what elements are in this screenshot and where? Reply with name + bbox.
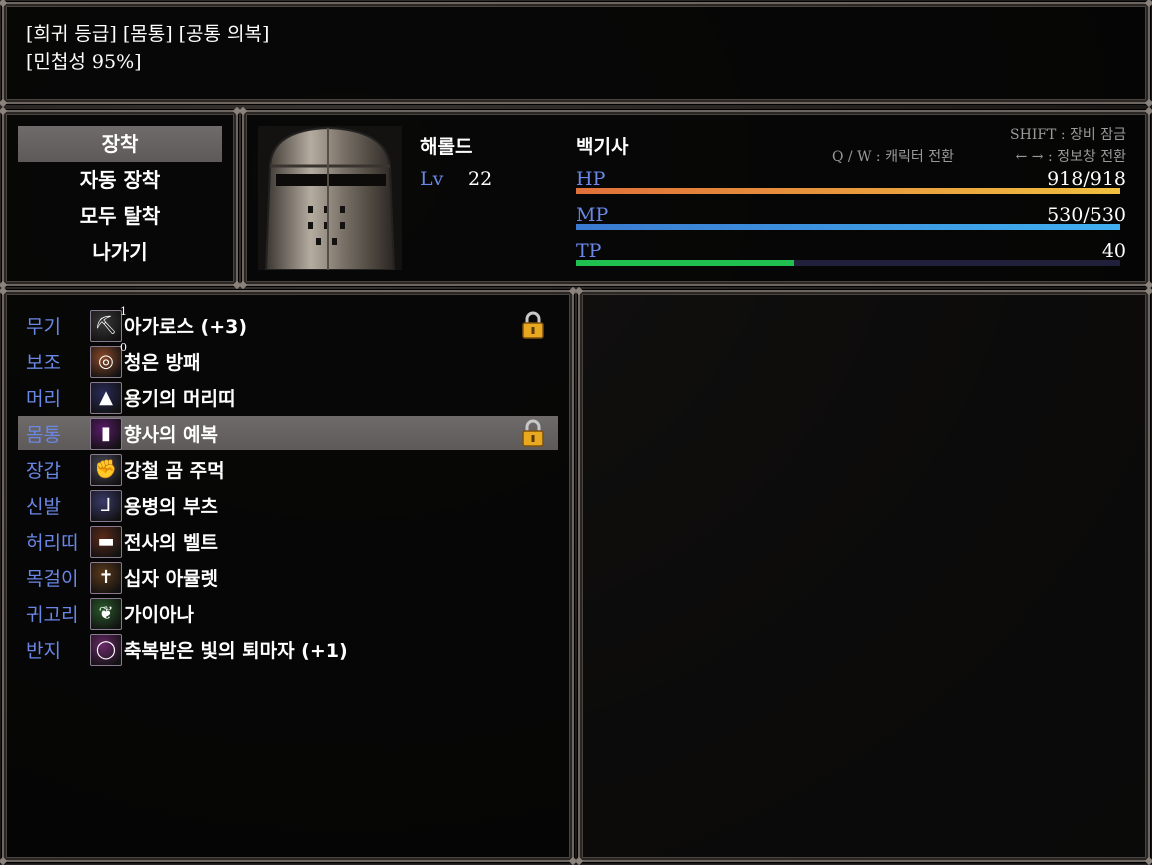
equip-slot-row[interactable]: 보조 ◎ 0 청은 방패 [18,341,558,378]
equip-item-name: 십자 아뮬렛 [124,568,219,590]
equip-slot-row[interactable]: 반지 ◯ 축복받은 빛의 퇴마자 (+1) [18,632,558,666]
equip-item-name: 축복받은 빛의 퇴마자 (+1) [124,640,348,662]
equip-item-name: 강철 곰 주먹 [124,460,225,482]
actor-name: 해롤드 [420,136,473,158]
lock-icon[interactable] [520,310,546,340]
tp-gauge-fill [576,260,794,266]
hp-label: HP [576,168,606,190]
equip-slot-label: 허리띠 [26,532,79,554]
hint-switch-actor: Q / W : 캐릭터 전환 [832,149,954,165]
hp-gauge [576,188,1120,194]
actor-class: 백기사 [576,136,629,158]
lock-icon[interactable] [520,418,546,448]
equip-item-name: 용병의 부츠 [124,496,219,518]
hint-switch-info: ← → : 정보창 전환 [1015,149,1126,165]
actor-portrait [258,126,402,270]
hood-icon: ▲ [90,382,122,414]
equip-slot-row[interactable]: 몸통 ▮ 향사의 예복 [18,416,558,450]
hp-gauge-fill [576,188,1120,194]
equip-slot-label: 무기 [26,316,61,338]
belt-icon-glyph: ▬ [97,531,115,552]
belt-icon: ▬ [90,526,122,558]
equip-item-name: 향사의 예복 [124,424,219,446]
tp-gauge [576,260,1120,266]
equip-slot-row[interactable]: 목걸이 ✝ 십자 아뮬렛 [18,560,558,594]
equip-slot-label: 목걸이 [26,568,79,590]
equip-slot-label: 보조 [26,352,61,374]
equip-item-name: 가이아나 [124,604,194,626]
gauntlet-icon-glyph: ✊ [94,459,118,480]
equip-slot-row[interactable]: 허리띠 ▬ 전사의 벨트 [18,524,558,558]
help-line-2: [민첩성 95%] [26,51,142,73]
robe-icon-glyph: ▮ [101,423,111,444]
ring-icon-glyph: ◯ [95,639,117,660]
pickaxe-icon: ⛏ 1 [90,305,127,342]
hood-icon-glyph: ▲ [99,387,113,408]
command-optimize[interactable]: 자동 장착 [18,162,222,198]
status-window: 해롤드 Lv 22 백기사 SHIFT : 장비 잠금 Q / W : 캐릭터 … [238,106,1152,290]
equip-slot-row[interactable]: 신발 ⅃ 용병의 부츠 [18,488,558,522]
tp-label: TP [576,240,602,262]
equip-slot-row[interactable]: 귀고리 ❦ 가이아나 [18,596,558,630]
equip-slot-label: 귀고리 [26,604,79,626]
boots-icon-glyph: ⅃ [100,495,112,516]
command-exit[interactable]: 나가기 [18,234,222,270]
equip-slot-label: 반지 [26,640,61,662]
ring-icon: ◯ [90,634,122,666]
boots-icon: ⅃ [90,490,122,522]
mp-value: 530/530 [1047,204,1126,226]
equip-slot-row[interactable]: 장갑 ✊ 강철 곰 주먹 [18,452,558,486]
shield-icon: ◎ 0 [90,341,127,378]
command-window: 장착 자동 장착 모두 탈착 나가기 [0,106,242,290]
equip-slot-row[interactable]: 머리 ▲ 용기의 머리띠 [18,380,558,414]
gauntlet-icon: ✊ [90,454,122,486]
help-window: [희귀 등급] [몸통] [공통 의복] [민첩성 95%] [0,0,1152,108]
amulet-icon: ✝ [90,562,122,594]
equip-slot-window: 무기 ⛏ 1 아가로스 (+3) 보조 ◎ 0 청은 방패머리 ▲ 용기의 머리띠몸통 ▮ 향사의 예… [0,286,578,865]
earring-icon: ❦ [90,598,122,630]
command-clear[interactable]: 모두 탈착 [18,198,222,234]
equip-slot-label: 장갑 [26,460,61,482]
command-equip[interactable]: 장착 [18,126,222,162]
hint-shift: SHIFT : 장비 잠금 [1010,127,1126,143]
mp-gauge [576,224,1120,230]
mp-gauge-fill [576,224,1120,230]
equip-slot-label: 신발 [26,496,61,518]
equip-item-name: 청은 방패 [124,352,201,374]
equip-item-name: 용기의 머리띠 [124,388,236,410]
level-label: Lv [420,168,444,190]
equip-slot-label: 몸통 [26,424,61,446]
equip-item-name: 전사의 벨트 [124,532,219,554]
hp-value: 918/918 [1047,168,1126,190]
robe-icon: ▮ [90,418,122,450]
pickaxe-icon-glyph: ⛏ [94,315,118,336]
tp-value: 40 [1101,240,1126,262]
item-info-window [574,286,1152,865]
equip-slot-label: 머리 [26,388,61,410]
level-value: 22 [468,168,493,190]
shield-icon-glyph: ◎ [98,351,114,372]
help-line-1: [희귀 등급] [몸통] [공통 의복] [26,23,270,45]
equip-slot-row[interactable]: 무기 ⛏ 1 아가로스 (+3) [18,305,558,342]
mp-label: MP [576,204,609,226]
equip-item-name: 아가로스 (+3) [124,316,248,338]
earring-icon-glyph: ❦ [98,603,114,624]
amulet-icon-glyph: ✝ [98,567,114,588]
